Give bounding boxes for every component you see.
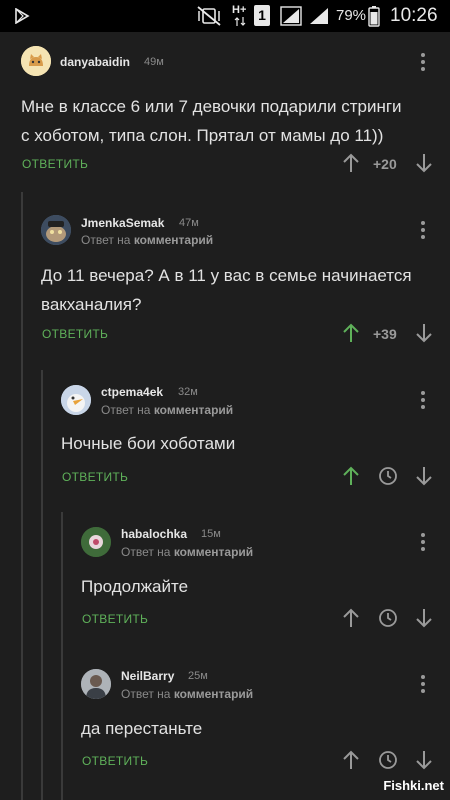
- downvote-arrow-icon[interactable]: [413, 322, 435, 344]
- username[interactable]: danyabaidin: [60, 55, 130, 69]
- reply-to-label: Ответ на комментарий: [101, 403, 233, 417]
- clock-icon: [379, 467, 397, 485]
- vibrate-mute-icon: [197, 6, 221, 26]
- avatar-person-icon: [81, 669, 111, 699]
- data-arrows-icon: [234, 17, 246, 26]
- more-options-icon[interactable]: [421, 675, 425, 695]
- more-options-icon[interactable]: [421, 391, 425, 411]
- reply-to-link[interactable]: комментарий: [174, 687, 253, 701]
- comment-text: Ночные бои хоботами: [61, 429, 235, 458]
- avatar[interactable]: [21, 46, 51, 76]
- sim-number: 1: [258, 7, 266, 23]
- username[interactable]: habalochka: [121, 527, 187, 541]
- comment-text: Мне в классе 6 или 7 девочки подарили ст…: [21, 92, 402, 150]
- comment-text-line: да перестаньте: [81, 719, 203, 738]
- comment-text: Продолжайте: [81, 572, 188, 601]
- thread-line-level-1: [21, 192, 23, 800]
- comment-time: 32м: [178, 386, 198, 398]
- comment-text-line: Ночные бои хоботами: [61, 434, 236, 453]
- sim-badge: 1: [254, 5, 270, 26]
- battery-percent: 79%: [336, 7, 367, 24]
- network-type-label: H+: [232, 4, 247, 16]
- reply-to-prefix: Ответ на: [121, 687, 171, 701]
- comment-time: 49м: [144, 56, 164, 68]
- comment-time: 15м: [201, 528, 221, 540]
- comment-time: 25м: [188, 670, 208, 682]
- comment-score: +20: [373, 156, 397, 172]
- signal-icon-2: [310, 8, 328, 24]
- more-options-icon[interactable]: [421, 53, 425, 73]
- upvote-arrow-icon[interactable]: [340, 465, 362, 487]
- username[interactable]: ctpema4ek: [101, 385, 163, 399]
- clock-icon: [379, 751, 397, 769]
- downvote-arrow-icon[interactable]: [413, 607, 435, 629]
- signal-icon-1: [280, 6, 302, 26]
- reply-button[interactable]: ОТВЕТИТЬ: [82, 612, 148, 626]
- upvote-arrow-icon[interactable]: [340, 749, 362, 771]
- avatar-cat-face-icon: [21, 46, 51, 76]
- reply-to-label: Ответ на комментарий: [81, 233, 213, 247]
- comment-text: До 11 вечера? А в 11 у вас в семье начин…: [41, 261, 412, 319]
- reply-to-link[interactable]: комментарий: [134, 233, 213, 247]
- avatar[interactable]: [81, 669, 111, 699]
- comment-text-line: Мне в классе 6 или 7 девочки подарили ст…: [21, 97, 402, 116]
- reply-to-link[interactable]: комментарий: [154, 403, 233, 417]
- reply-to-link[interactable]: комментарий: [174, 545, 253, 559]
- downvote-arrow-icon[interactable]: [413, 749, 435, 771]
- downvote-arrow-icon[interactable]: [413, 465, 435, 487]
- clock-icon: [379, 609, 397, 627]
- comment-text-line: с хоботом, типа слон. Прятал от мамы до …: [21, 126, 384, 145]
- reply-button[interactable]: ОТВЕТИТЬ: [82, 754, 148, 768]
- upvote-arrow-icon[interactable]: [340, 152, 362, 174]
- reply-button[interactable]: ОТВЕТИТЬ: [42, 327, 108, 341]
- comment-time: 47м: [179, 217, 199, 229]
- play-store-icon: [15, 8, 30, 24]
- comment-text: да перестаньте: [81, 714, 202, 743]
- username[interactable]: NeilBarry: [121, 669, 174, 683]
- avatar-cat-icon: [41, 215, 71, 245]
- more-options-icon[interactable]: [421, 533, 425, 553]
- reply-to-label: Ответ на комментарий: [121, 545, 253, 559]
- reply-to-label: Ответ на комментарий: [121, 687, 253, 701]
- avatar[interactable]: [61, 385, 91, 415]
- username[interactable]: JmenkaSemak: [81, 216, 164, 230]
- avatar[interactable]: [41, 215, 71, 245]
- status-bar: H+ 1 79% 10:26: [0, 0, 450, 32]
- thread-line-level-3: [61, 512, 63, 800]
- battery-icon: [368, 6, 380, 27]
- reply-to-prefix: Ответ на: [121, 545, 171, 559]
- avatar[interactable]: [81, 527, 111, 557]
- upvote-arrow-icon[interactable]: [340, 607, 362, 629]
- reply-to-prefix: Ответ на: [81, 233, 131, 247]
- status-time: 10:26: [390, 5, 438, 26]
- thread-line-level-2: [41, 370, 43, 800]
- reply-button[interactable]: ОТВЕТИТЬ: [22, 157, 88, 171]
- downvote-arrow-icon[interactable]: [413, 152, 435, 174]
- watermark: Fishki.net: [383, 778, 444, 793]
- avatar-flower-icon: [81, 527, 111, 557]
- comment-text-line: вакханалия?: [41, 295, 142, 314]
- comment-text-line: Продолжайте: [81, 577, 189, 596]
- comment-score: +39: [373, 326, 397, 342]
- network-type: H+: [232, 4, 248, 28]
- avatar-bird-icon: [61, 385, 91, 415]
- reply-button[interactable]: ОТВЕТИТЬ: [62, 470, 128, 484]
- reply-to-prefix: Ответ на: [101, 403, 151, 417]
- comment-text-line: До 11 вечера? А в 11 у вас в семье начин…: [41, 266, 412, 285]
- more-options-icon[interactable]: [421, 221, 425, 241]
- upvote-arrow-icon[interactable]: [340, 322, 362, 344]
